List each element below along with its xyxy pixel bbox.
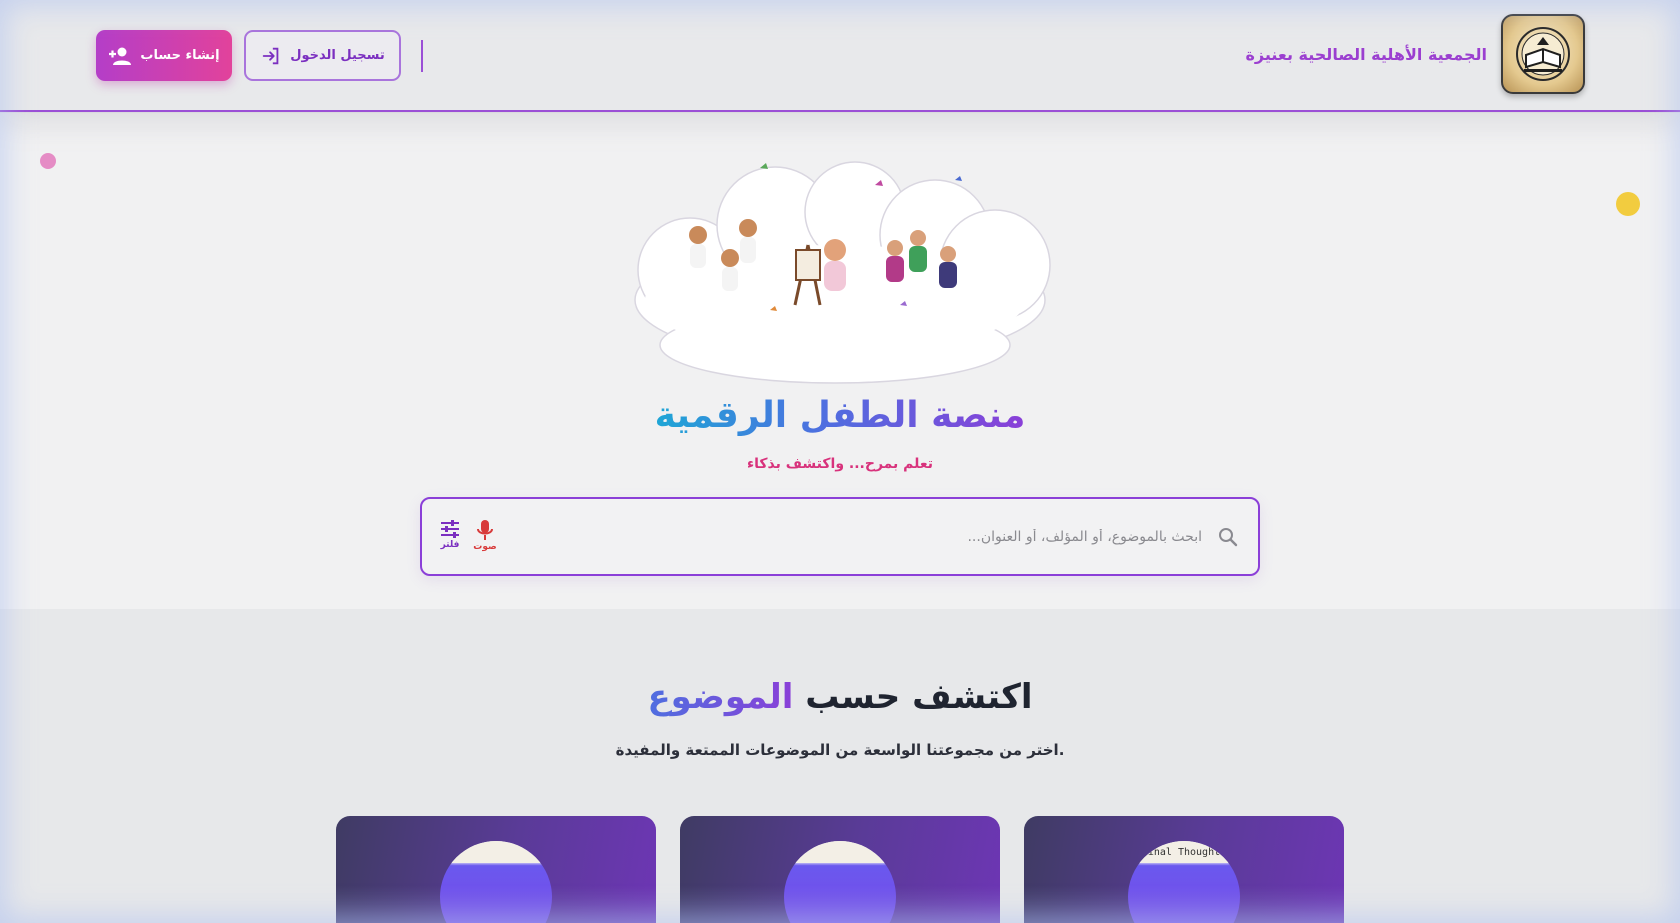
topics-heading-main: اكتشف حسب xyxy=(805,677,1033,717)
topic-card[interactable] xyxy=(680,816,1000,923)
search-input[interactable] xyxy=(522,519,1202,555)
kids-on-cloud-illustration xyxy=(634,161,1051,384)
topic-card[interactable] xyxy=(336,816,656,923)
sliders-icon xyxy=(441,520,459,538)
topics-section: اكتشف حسب الموضوع اختر من مجموعتنا الواس… xyxy=(0,609,1680,923)
org-logo[interactable] xyxy=(1501,14,1585,94)
filter-button[interactable]: فلتر xyxy=(432,519,468,559)
topic-card-caption: Final Thoughts xyxy=(1128,841,1240,863)
platform-tagline: تعلم بمرح... واكتشف بذكاء xyxy=(746,456,934,472)
decorative-dot-yellow xyxy=(1616,192,1640,216)
topic-card[interactable]: Final Thoughts xyxy=(1024,816,1344,923)
create-account-button[interactable]: إنشاء حساب xyxy=(96,30,232,81)
create-account-label: إنشاء حساب xyxy=(140,48,220,63)
topic-card-caption xyxy=(784,841,896,863)
topics-subtitle: اختر من مجموعتنا الواسعة من الموضوعات ال… xyxy=(615,741,1065,759)
org-name: الجمعية الأهلية الصالحية بعنيزة xyxy=(1245,44,1487,64)
topic-card-caption xyxy=(440,841,552,863)
site-header: الجمعية الأهلية الصالحية بعنيزة تسجيل ال… xyxy=(0,0,1680,112)
microphone-icon xyxy=(477,520,493,540)
login-button[interactable]: تسجيل الدخول xyxy=(244,30,401,81)
login-arrow-icon xyxy=(262,47,279,64)
user-plus-icon xyxy=(109,47,132,65)
decorative-dot-pink xyxy=(40,153,56,169)
header-divider xyxy=(421,40,423,72)
topics-heading: اكتشف حسب الموضوع xyxy=(0,677,1680,717)
topics-heading-accent: الموضوع xyxy=(647,677,794,717)
voice-search-button[interactable]: صوت xyxy=(467,519,503,559)
search-bar: صوت فلتر xyxy=(420,497,1260,576)
brand[interactable]: الجمعية الأهلية الصالحية بعنيزة xyxy=(1245,14,1585,94)
search-icon[interactable] xyxy=(1216,525,1240,549)
platform-title-text: منصة الطفل الرقمية xyxy=(654,395,1026,436)
login-label: تسجيل الدخول xyxy=(290,48,385,63)
filter-label: فلتر xyxy=(440,540,460,550)
voice-label: صوت xyxy=(473,542,497,552)
book-emblem-icon xyxy=(1516,27,1570,81)
platform-title: منصة الطفل الرقمية xyxy=(0,392,1680,440)
